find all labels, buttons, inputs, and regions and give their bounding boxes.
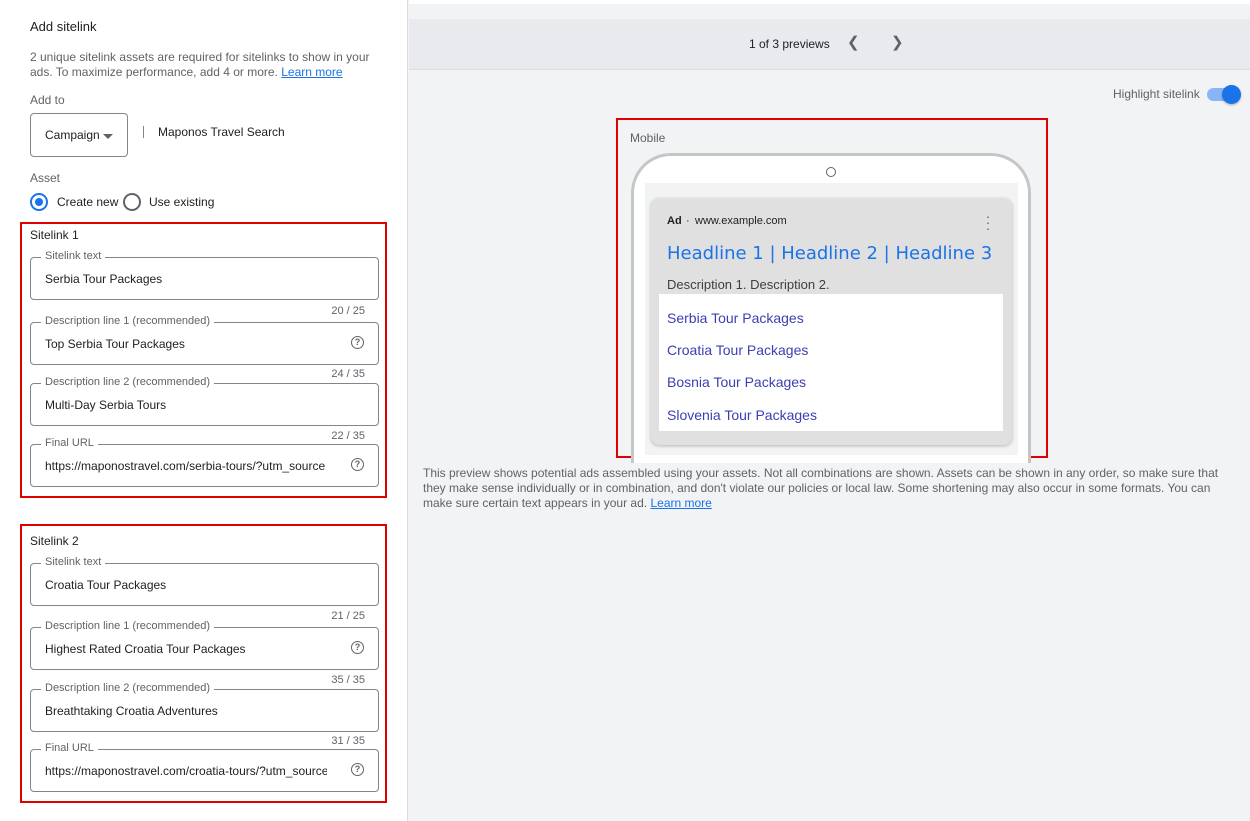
campaign-name: Maponos Travel Search bbox=[158, 125, 285, 139]
field-value: Croatia Tour Packages bbox=[45, 578, 167, 592]
create-new-label: Create new bbox=[57, 195, 119, 209]
use-existing-label: Use existing bbox=[149, 195, 215, 209]
field-label: Sitelink text bbox=[41, 556, 106, 568]
help-text: 2 unique sitelink assets are required fo… bbox=[30, 50, 370, 79]
chevron-right-icon[interactable]: ❯ bbox=[891, 35, 904, 50]
char-counter: 20 / 25 bbox=[331, 305, 365, 317]
chevron-left-icon[interactable]: ❮ bbox=[847, 35, 860, 50]
dropdown-arrow-icon bbox=[103, 134, 113, 139]
panel-title: Add sitelink bbox=[30, 19, 97, 34]
learn-more-link[interactable]: Learn more bbox=[281, 65, 342, 79]
asset-label: Asset bbox=[30, 171, 61, 185]
create-new-radio[interactable] bbox=[30, 193, 48, 211]
device-label: Mobile bbox=[630, 131, 666, 145]
learn-more-link[interactable]: Learn more bbox=[650, 496, 711, 510]
field-value: https://maponostravel.com/serbia-tours/?… bbox=[45, 459, 326, 473]
sitelink-preview-item[interactable]: Slovenia Tour Packages bbox=[667, 407, 817, 423]
help-circle-icon[interactable]: ? bbox=[351, 336, 364, 349]
sitelink-1-final-url-field[interactable]: Final URL https://maponostravel.com/serb… bbox=[30, 437, 379, 487]
field-label: Sitelink text bbox=[41, 250, 106, 262]
divider bbox=[143, 126, 144, 138]
char-counter: 35 / 35 bbox=[331, 674, 365, 686]
sitelink-preview-item[interactable]: Serbia Tour Packages bbox=[667, 310, 804, 326]
use-existing-radio[interactable] bbox=[123, 193, 141, 211]
sitelink-2-title: Sitelink 2 bbox=[30, 534, 79, 548]
sitelink-list: Serbia Tour Packages Croatia Tour Packag… bbox=[659, 294, 1003, 431]
sitelink-2-text-field[interactable]: Sitelink text Croatia Tour Packages bbox=[30, 556, 379, 606]
field-label: Description line 2 (recommended) bbox=[41, 376, 215, 388]
field-value: https://maponostravel.com/croatia-tours/… bbox=[45, 764, 327, 778]
field-label: Description line 1 (recommended) bbox=[41, 620, 215, 632]
field-value: Highest Rated Croatia Tour Packages bbox=[45, 642, 246, 656]
char-counter: 24 / 35 bbox=[331, 368, 365, 380]
field-label: Description line 1 (recommended) bbox=[41, 315, 215, 327]
field-value: Serbia Tour Packages bbox=[45, 272, 163, 286]
preview-disclaimer: This preview shows potential ads assembl… bbox=[423, 466, 1219, 510]
more-vert-icon[interactable]: · · · bbox=[982, 209, 994, 235]
help-circle-icon[interactable]: ? bbox=[351, 641, 364, 654]
toggle-knob[interactable] bbox=[1222, 85, 1241, 104]
field-value: Multi-Day Serbia Tours bbox=[45, 398, 167, 412]
ad-badge: Ad bbox=[667, 215, 682, 227]
separator-dot: · bbox=[686, 215, 690, 227]
field-label: Final URL bbox=[41, 437, 98, 449]
sitelink-1-text-field[interactable]: Sitelink text Serbia Tour Packages bbox=[30, 250, 379, 300]
help-circle-icon[interactable]: ? bbox=[351, 763, 364, 776]
preview-toolbar: 1 of 3 previews ❮ ❯ bbox=[409, 19, 1250, 70]
char-counter: 21 / 25 bbox=[331, 610, 365, 622]
sitelink-preview-item[interactable]: Bosnia Tour Packages bbox=[667, 374, 806, 390]
preview-counter: 1 of 3 previews bbox=[749, 37, 830, 51]
ad-display-url: www.example.com bbox=[695, 215, 787, 227]
sitelink-2-description-1-field[interactable]: Description line 1 (recommended) Highest… bbox=[30, 620, 379, 670]
sitelink-2-description-2-field[interactable]: Description line 2 (recommended) Breatht… bbox=[30, 682, 379, 732]
field-label: Description line 2 (recommended) bbox=[41, 682, 215, 694]
help-circle-icon[interactable]: ? bbox=[351, 458, 364, 471]
highlight-sitelink-label: Highlight sitelink bbox=[1113, 87, 1200, 101]
char-counter: 31 / 35 bbox=[331, 735, 365, 747]
top-strip bbox=[409, 0, 1250, 4]
sitelink-2-final-url-field[interactable]: Final URL https://maponostravel.com/croa… bbox=[30, 742, 379, 792]
field-label: Final URL bbox=[41, 742, 98, 754]
sitelink-preview-item[interactable]: Croatia Tour Packages bbox=[667, 342, 808, 358]
sitelink-1-description-2-field[interactable]: Description line 2 (recommended) Multi-D… bbox=[30, 376, 379, 426]
add-to-label: Add to bbox=[30, 93, 65, 107]
camera-icon bbox=[826, 167, 836, 177]
field-value: Top Serbia Tour Packages bbox=[45, 337, 185, 351]
add-to-select[interactable]: Campaign bbox=[30, 113, 128, 157]
sitelink-1-title: Sitelink 1 bbox=[30, 228, 79, 242]
sitelink-1-description-1-field[interactable]: Description line 1 (recommended) Top Ser… bbox=[30, 315, 379, 365]
ad-headline: Headline 1 | Headline 2 | Headline 3 bbox=[667, 243, 993, 264]
field-value: Breathtaking Croatia Adventures bbox=[45, 704, 218, 718]
char-counter: 22 / 35 bbox=[331, 430, 365, 442]
ad-description: Description 1. Description 2. bbox=[667, 277, 830, 292]
